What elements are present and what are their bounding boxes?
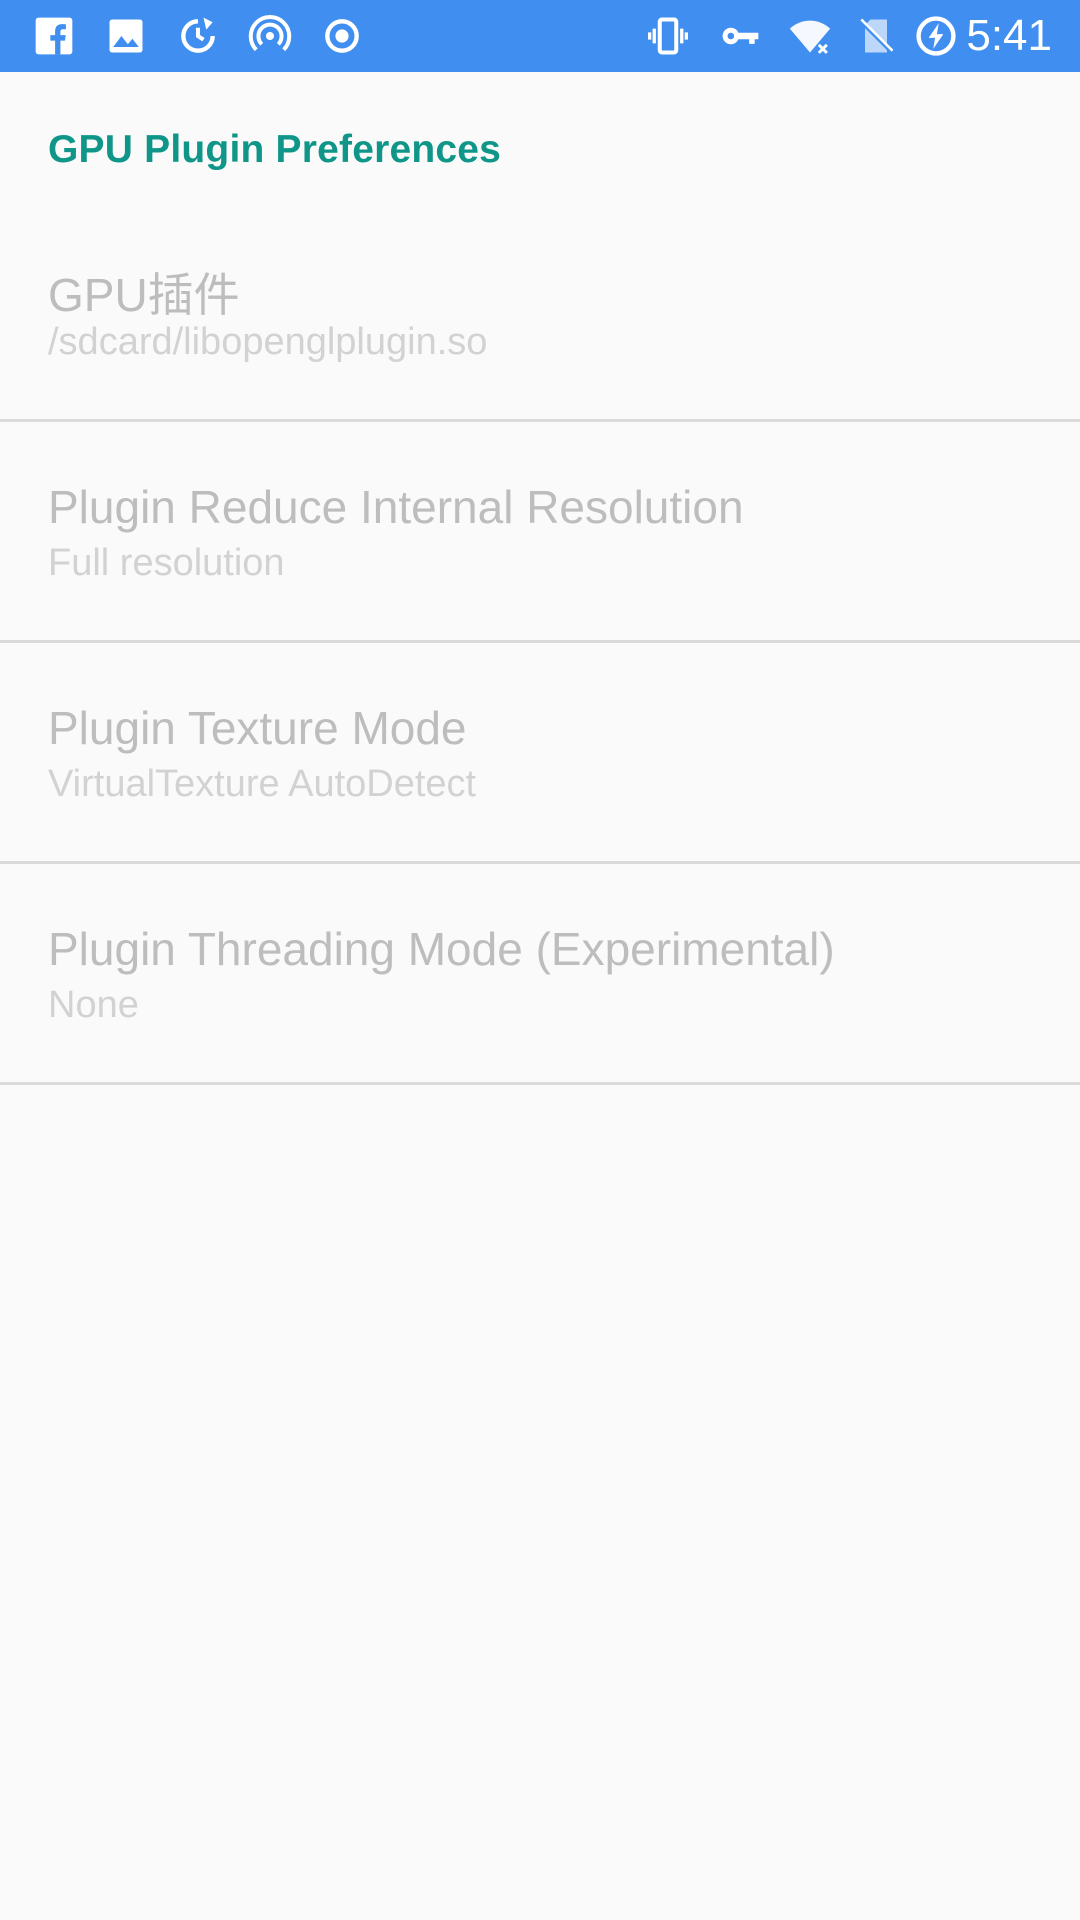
preferences-screen: GPU Plugin Preferences GPU插件 /sdcard/lib… [0,72,1080,1920]
preference-gpu-plugin[interactable]: GPU插件 /sdcard/libopenglplugin.so [0,201,1080,422]
vpn-key-icon [716,12,764,60]
preference-title: Plugin Reduce Internal Resolution [48,481,744,533]
hotspot-icon [246,12,294,60]
battery-charging-icon [912,12,960,60]
facebook-icon [30,12,78,60]
preference-reduce-internal-resolution[interactable]: Plugin Reduce Internal Resolution Full r… [0,422,1080,643]
preference-title: Plugin Threading Mode (Experimental) [48,923,835,975]
vibrate-icon [644,12,692,60]
preference-texture-mode[interactable]: Plugin Texture Mode VirtualTexture AutoD… [0,643,1080,864]
preference-threading-mode[interactable]: Plugin Threading Mode (Experimental) Non… [0,864,1080,1085]
preference-category-header: GPU Plugin Preferences [48,128,502,171]
no-sim-icon [852,12,900,60]
image-icon [102,12,150,60]
sync-icon [174,12,222,60]
wifi-off-icon [786,12,834,60]
preference-title: GPU插件 [48,269,240,321]
preference-summary: VirtualTexture AutoDetect [48,763,477,805]
record-icon [318,12,366,60]
status-bar: 5:41 [0,0,1080,72]
preference-title: Plugin Texture Mode [48,702,467,754]
preference-summary: /sdcard/libopenglplugin.so [48,321,488,363]
preference-summary: Full resolution [48,542,285,584]
preference-summary: None [48,984,139,1026]
clock: 5:41 [966,11,1052,60]
